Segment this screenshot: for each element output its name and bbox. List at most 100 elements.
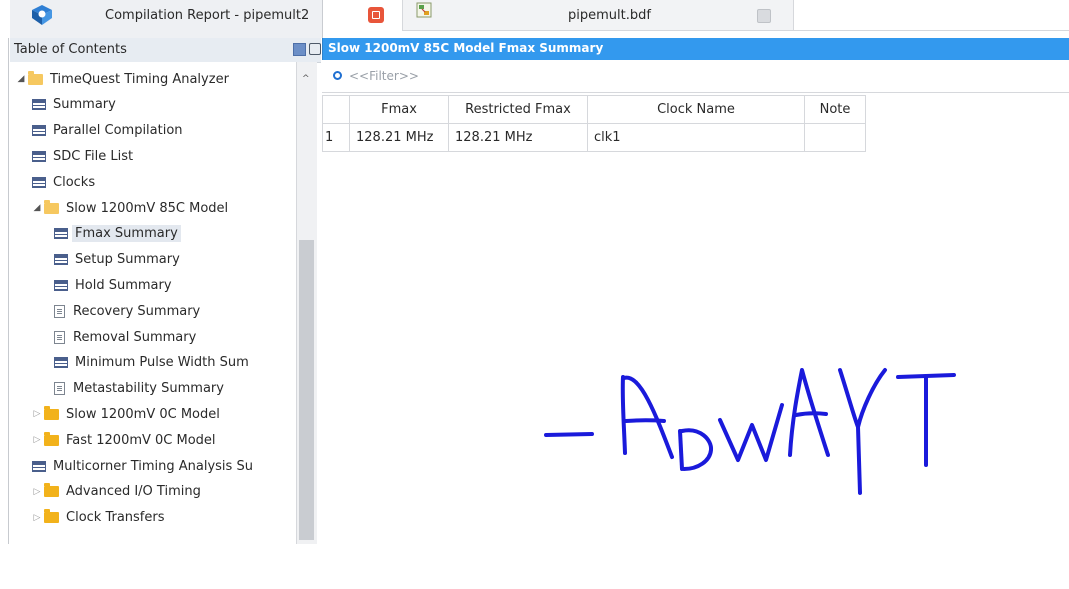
table-cell: clk1: [587, 123, 805, 152]
toc-item-label: SDC File List: [53, 148, 134, 164]
scroll-up-icon[interactable]: ^: [302, 74, 310, 84]
block-diagram-file-icon: [416, 2, 432, 18]
toc-item-label: Setup Summary: [75, 252, 180, 268]
table-icon: [54, 254, 68, 266]
toc-item[interactable]: SDC File List: [32, 145, 133, 167]
toc-item[interactable]: Minimum Pulse Width Sum: [54, 352, 249, 374]
tab-compilation-report[interactable]: Compilation Report - pipemult2: [10, 0, 323, 38]
fmax-summary-table: Fmax Restricted Fmax Clock Name Note 1 128.2…: [322, 95, 866, 152]
column-header[interactable]: Restricted Fmax: [448, 95, 588, 124]
table-icon: [32, 176, 46, 188]
search-icon: [333, 71, 342, 80]
toc-item-label: Slow 1200mV 85C Model: [66, 200, 229, 216]
table-icon: [32, 150, 46, 162]
tab-bdf-title: pipemult.bdf: [568, 8, 651, 23]
filter-input[interactable]: <<Filter>>: [349, 69, 419, 83]
expanded-arrow-icon[interactable]: ◢: [32, 203, 42, 213]
filter-bar[interactable]: <<Filter>>: [322, 60, 1069, 93]
toc-header-title: Table of Contents: [14, 42, 127, 57]
column-header[interactable]: [322, 95, 350, 124]
table-icon: [54, 279, 68, 291]
toc-item[interactable]: ◢ Slow 1200mV 85C Model: [32, 197, 228, 219]
folder-open-icon: [44, 199, 59, 214]
tab-pipemult-bdf[interactable]: pipemult.bdf: [402, 0, 794, 30]
table-cell: 128.21 MHz: [349, 123, 449, 152]
toc-item[interactable]: Removal Summary: [54, 326, 196, 348]
toc-item[interactable]: Parallel Compilation: [32, 120, 183, 142]
folder-open-icon: [28, 70, 43, 85]
table-icon: [32, 460, 46, 472]
collapsed-arrow-icon[interactable]: ▷: [32, 435, 42, 445]
folder-icon: [44, 509, 59, 524]
toc-item[interactable]: ▷ Advanced I/O Timing: [32, 481, 201, 503]
table-cell: 1: [322, 123, 350, 152]
scrollbar-thumb[interactable]: [299, 240, 314, 540]
report-title-bar: Slow 1200mV 85C Model Fmax Summary: [322, 38, 1069, 60]
toc-header: Table of Contents: [10, 38, 321, 63]
toc-item-label: Advanced I/O Timing: [66, 484, 201, 500]
toc-item[interactable]: ▷ Clock Transfers: [32, 507, 165, 529]
toc-item[interactable]: Setup Summary: [54, 249, 180, 271]
toc-item[interactable]: Hold Summary: [54, 274, 172, 296]
table-row[interactable]: 1 128.21 MHz 128.21 MHz clk1: [322, 123, 866, 152]
column-header[interactable]: Fmax: [349, 95, 449, 124]
folder-icon: [44, 431, 59, 446]
toc-item-label: Parallel Compilation: [53, 123, 183, 139]
table-icon: [32, 125, 46, 137]
toc-item-label: Clock Transfers: [66, 510, 165, 526]
toc-item-label: Recovery Summary: [73, 303, 201, 319]
table-header-row: Fmax Restricted Fmax Clock Name Note: [322, 95, 866, 124]
tab-report-title: Compilation Report - pipemult2: [105, 8, 310, 23]
toc-item-label: Removal Summary: [73, 329, 197, 345]
collapsed-arrow-icon[interactable]: ▷: [32, 409, 42, 419]
window-left-edge: [0, 38, 9, 544]
toc-item-label: Slow 1200mV 0C Model: [66, 406, 220, 422]
pin-icon[interactable]: [293, 43, 306, 56]
toc-item[interactable]: Summary: [32, 94, 116, 116]
document-icon: [54, 330, 65, 344]
column-header[interactable]: Note: [804, 95, 866, 124]
folder-icon: [44, 405, 59, 420]
toc-item-label: Fmax Summary: [72, 225, 181, 243]
toc-item[interactable]: Fmax Summary: [54, 223, 181, 245]
close-tab-icon[interactable]: [757, 9, 771, 23]
expanded-arrow-icon[interactable]: ◢: [16, 74, 26, 84]
toc-item[interactable]: Recovery Summary: [54, 300, 200, 322]
toc-item[interactable]: ▷ Fast 1200mV 0C Model: [32, 429, 216, 451]
table-body: 1 128.21 MHz 128.21 MHz clk1: [322, 123, 866, 152]
restore-window-icon[interactable]: [309, 43, 321, 55]
document-tabs: Compilation Report - pipemult2 pipemult.…: [0, 0, 1069, 38]
collapsed-arrow-icon[interactable]: ▷: [32, 487, 42, 497]
table-cell: [804, 123, 866, 152]
table-cell: 128.21 MHz: [448, 123, 588, 152]
document-icon: [54, 382, 65, 396]
document-icon: [54, 304, 65, 318]
handwritten-annotation: [544, 368, 956, 495]
folder-icon: [44, 483, 59, 498]
column-header[interactable]: Clock Name: [587, 95, 805, 124]
table-icon: [54, 357, 68, 369]
quartus-app-icon: [32, 5, 52, 25]
toc-item[interactable]: Metastability Summary: [54, 378, 224, 400]
toc-item[interactable]: Multicorner Timing Analysis Su: [32, 455, 253, 477]
toc-item-label: Multicorner Timing Analysis Su: [53, 458, 253, 474]
report-title: Slow 1200mV 85C Model Fmax Summary: [328, 41, 604, 55]
tabs-divider: [402, 30, 1069, 31]
toc-item-label: Clocks: [53, 174, 96, 190]
toc-item-label: Minimum Pulse Width Sum: [75, 355, 249, 371]
toc-item-label: TimeQuest Timing Analyzer: [50, 71, 229, 87]
bottom-blank-area: [0, 544, 1069, 589]
table-icon: [54, 228, 68, 240]
table-icon: [32, 99, 46, 111]
toc-item-label: Metastability Summary: [73, 381, 224, 397]
toc-item-label: Hold Summary: [75, 277, 172, 293]
toc-item[interactable]: Clocks: [32, 171, 95, 193]
toc-item-label: Summary: [53, 97, 116, 113]
toc-item-label: Fast 1200mV 0C Model: [66, 432, 216, 448]
toc-tree: ◢ TimeQuest Timing Analyzer Summary Paralle…: [10, 62, 296, 544]
toc-item[interactable]: ▷ Slow 1200mV 0C Model: [32, 403, 220, 425]
close-tab-icon[interactable]: [368, 7, 384, 23]
toc-item[interactable]: ◢ TimeQuest Timing Analyzer: [16, 68, 229, 90]
collapsed-arrow-icon[interactable]: ▷: [32, 513, 42, 523]
toc-scrollbar[interactable]: ^: [296, 62, 317, 544]
